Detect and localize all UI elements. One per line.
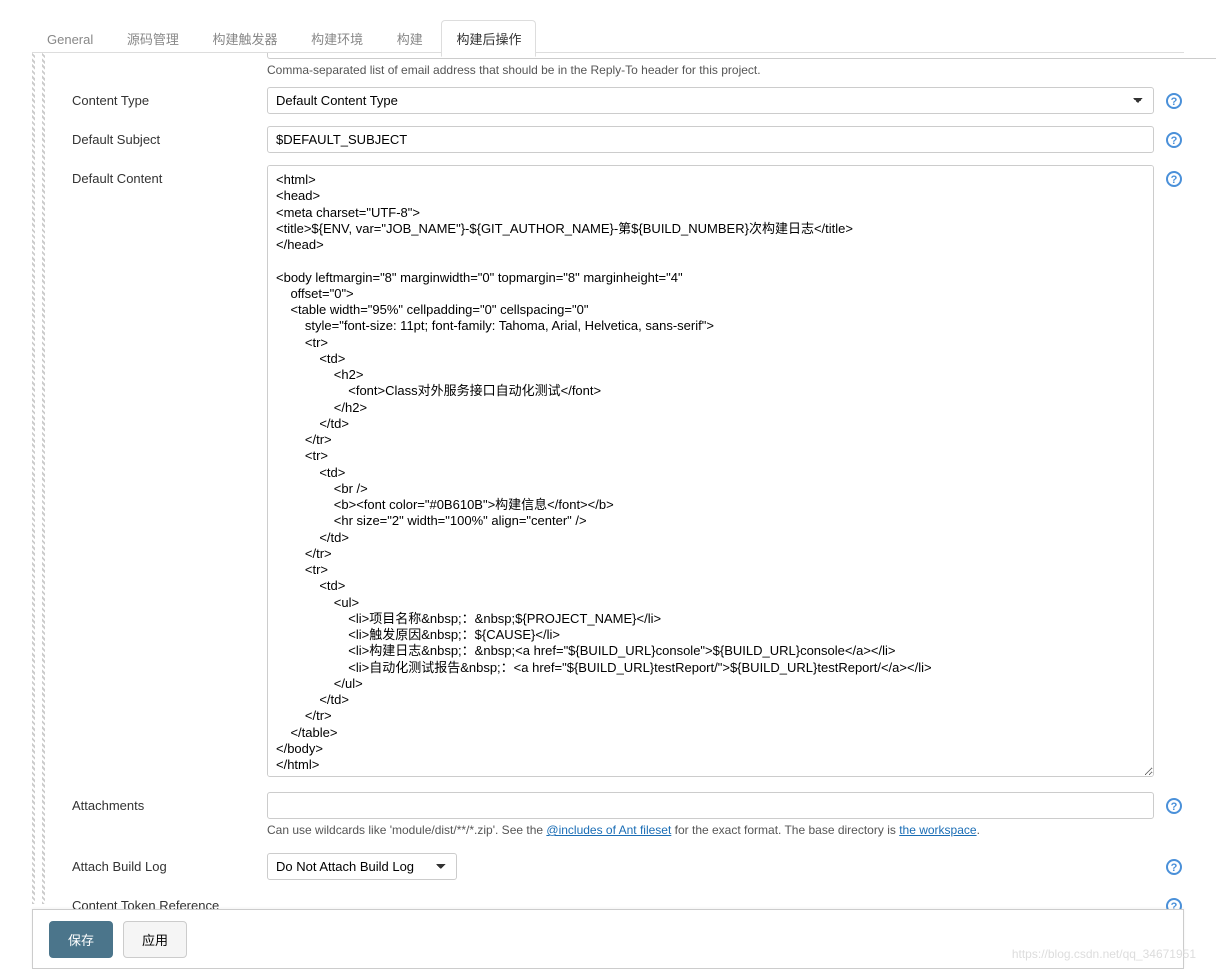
tab-scm[interactable]: 源码管理 [112,20,194,56]
drag-handle-outer[interactable] [32,53,35,904]
row-default-content: Default Content ? [72,165,1184,780]
textarea-default-content[interactable] [267,165,1154,777]
label-attachments: Attachments [72,792,267,813]
help-content-type[interactable]: ? [1164,87,1184,109]
row-attachments: Attachments ? [72,792,1184,819]
content-area: Comma-separated list of email address th… [32,53,1184,904]
form-area: Comma-separated list of email address th… [72,53,1184,904]
tabs-bar: General 源码管理 构建触发器 构建环境 构建 构建后操作 [32,19,1184,53]
drag-handle-inner[interactable] [42,53,45,904]
apply-button[interactable]: 应用 [123,921,187,958]
help-default-content[interactable]: ? [1164,165,1184,187]
select-attach-build-log[interactable]: Do Not Attach Build Log [267,853,457,880]
input-attachments[interactable] [267,792,1154,819]
link-workspace[interactable]: the workspace [899,823,976,837]
tab-post-build[interactable]: 构建后操作 [441,20,536,57]
help-default-subject[interactable]: ? [1164,126,1184,148]
save-button[interactable]: 保存 [49,921,113,958]
attachments-helper: Can use wildcards like 'module/dist/**/*… [267,823,1154,837]
input-default-subject[interactable] [267,126,1154,153]
tab-general[interactable]: General [32,23,108,55]
reply-to-helper: Comma-separated list of email address th… [267,63,1154,77]
tab-build[interactable]: 构建 [382,20,438,56]
label-attach-build-log: Attach Build Log [72,853,267,874]
row-content-type: Content Type Default Content Type ? [72,87,1184,114]
row-default-subject: Default Subject ? [72,126,1184,153]
label-default-content: Default Content [72,165,267,186]
tab-env[interactable]: 构建环境 [296,20,378,56]
help-attachments[interactable]: ? [1164,792,1184,814]
bottom-bar: 保存 应用 [32,909,1184,969]
help-attach-build-log[interactable]: ? [1164,853,1184,875]
label-default-subject: Default Subject [72,126,267,147]
link-ant-includes[interactable]: @includes of Ant fileset [546,823,671,837]
partial-input-bottom[interactable] [267,53,1216,59]
tab-triggers[interactable]: 构建触发器 [198,20,293,56]
page-root: { "tabs": [ {"label": "General"}, {"labe… [0,0,1216,969]
row-attach-build-log: Attach Build Log Do Not Attach Build Log… [72,853,1184,880]
label-content-type: Content Type [72,87,267,108]
select-content-type[interactable]: Default Content Type [267,87,1154,114]
